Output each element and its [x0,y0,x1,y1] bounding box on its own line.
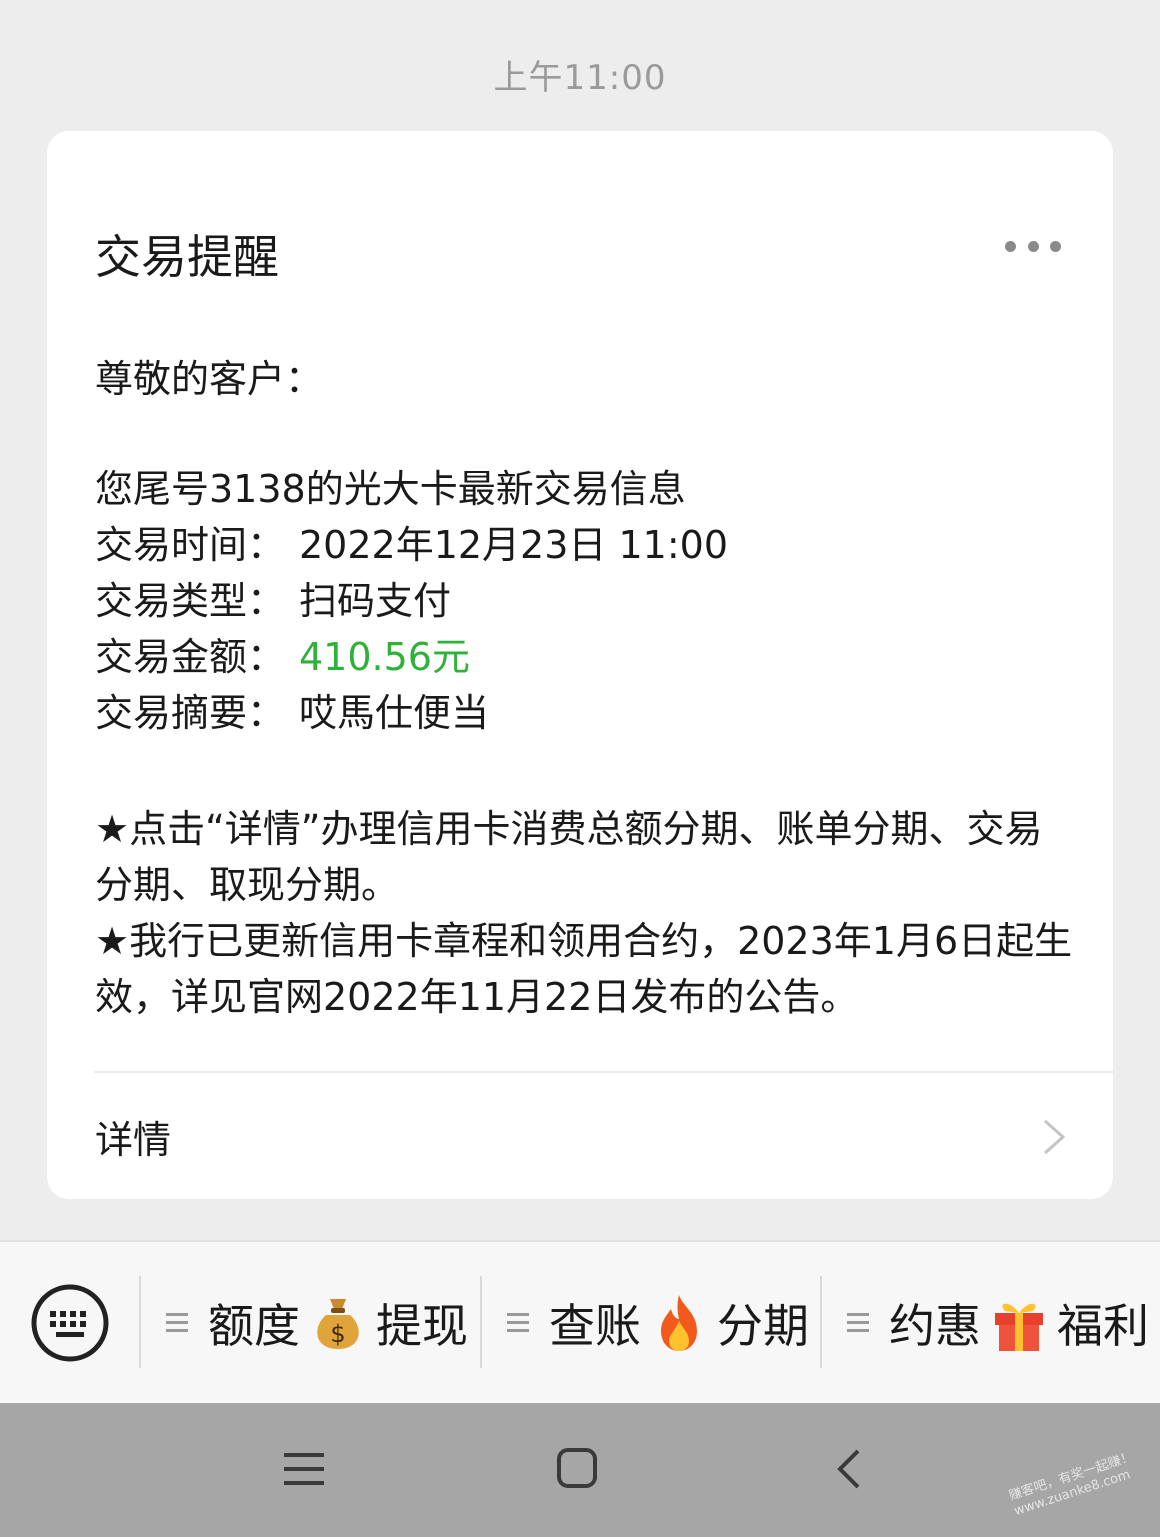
message-timestamp: 上午11:00 [493,58,667,98]
menu-item-label: 分期 [717,1299,809,1353]
site-watermark: 赚客吧，有奖一起赚！ www.zuanke8.com [1007,1446,1153,1527]
system-nav-bar: 赚客吧，有奖一起赚！ www.zuanke8.com [0,1403,1160,1537]
keyboard-icon[interactable] [30,1283,110,1363]
chevron-right-icon[interactable] [1041,1119,1067,1155]
submenu-lines-icon [507,1312,529,1334]
field-type: 交易类型： 扫码支付 [95,573,1075,629]
card-title: 交易提醒 [95,230,279,284]
note-installment: ★点击“详情”办理信用卡消费总额分期、账单分期、交易分期、取现分期。 [95,807,1043,907]
submenu-lines-icon [166,1312,188,1334]
field-amount: 交易金额： 410.56元 [95,629,1075,685]
transaction-alert-card[interactable]: 交易提醒 尊敬的客户： 您尾号3138的光大卡最新交易信息 交易时间： 2022年… [47,131,1114,1199]
field-label: 交易摘要： [95,691,286,735]
menu-item-quota[interactable]: 额度 $ 提现 [166,1288,468,1358]
intro-line: 您尾号3138的光大卡最新交易信息 [95,467,686,511]
menu-item-label: 约惠 [889,1299,981,1353]
submenu-lines-icon [847,1312,869,1334]
more-options-icon[interactable] [1005,235,1061,257]
field-label: 交易类型： [95,579,286,623]
back-nav-icon[interactable] [820,1443,880,1499]
field-time: 交易时间： 2022年12月23日 11:00 [95,517,1075,573]
notes: ★点击“详情”办理信用卡消费总额分期、账单分期、交易分期、取现分期。 ★我行已更… [95,801,1075,1025]
fire-icon [661,1295,697,1351]
home-nav-icon[interactable] [547,1443,607,1499]
menu-separator [139,1276,141,1368]
service-menu-bar: 额度 $ 提现 查账 分期 约惠 福利 [0,1240,1160,1405]
field-label: 交易金额： [95,635,286,679]
svg-text:$: $ [330,1320,345,1348]
menu-separator [820,1276,822,1368]
menu-item-label: 查账 [549,1299,641,1353]
card-divider [94,1071,1114,1073]
gift-icon [995,1303,1043,1351]
field-value: 扫码支付 [299,579,452,623]
menu-item-label: 福利 [1057,1299,1149,1353]
menu-item-label: 提现 [376,1299,468,1353]
transaction-info: 您尾号3138的光大卡最新交易信息 交易时间： 2022年12月23日 11:00… [95,461,1075,741]
menu-item-bill[interactable]: 查账 分期 [507,1288,809,1358]
field-value: 2022年12月23日 11:00 [299,523,729,567]
money-bag-icon: $ [317,1299,359,1349]
field-value: 哎馬仕便当 [299,691,490,735]
field-summary: 交易摘要： 哎馬仕便当 [95,685,1075,741]
amount-value: 410.56元 [299,635,470,679]
menu-separator [480,1276,482,1368]
menu-nav-icon[interactable] [274,1443,334,1499]
field-label: 交易时间： [95,523,286,567]
menu-item-label: 额度 [208,1299,300,1353]
details-link[interactable]: 详情 [95,1109,171,1164]
menu-item-benefits[interactable]: 约惠 福利 [847,1288,1149,1358]
greeting-text: 尊敬的客户： [95,357,324,401]
note-terms-update: ★我行已更新信用卡章程和领用合约，2023年1月6日起生效，详见官网2022年1… [95,919,1073,1019]
